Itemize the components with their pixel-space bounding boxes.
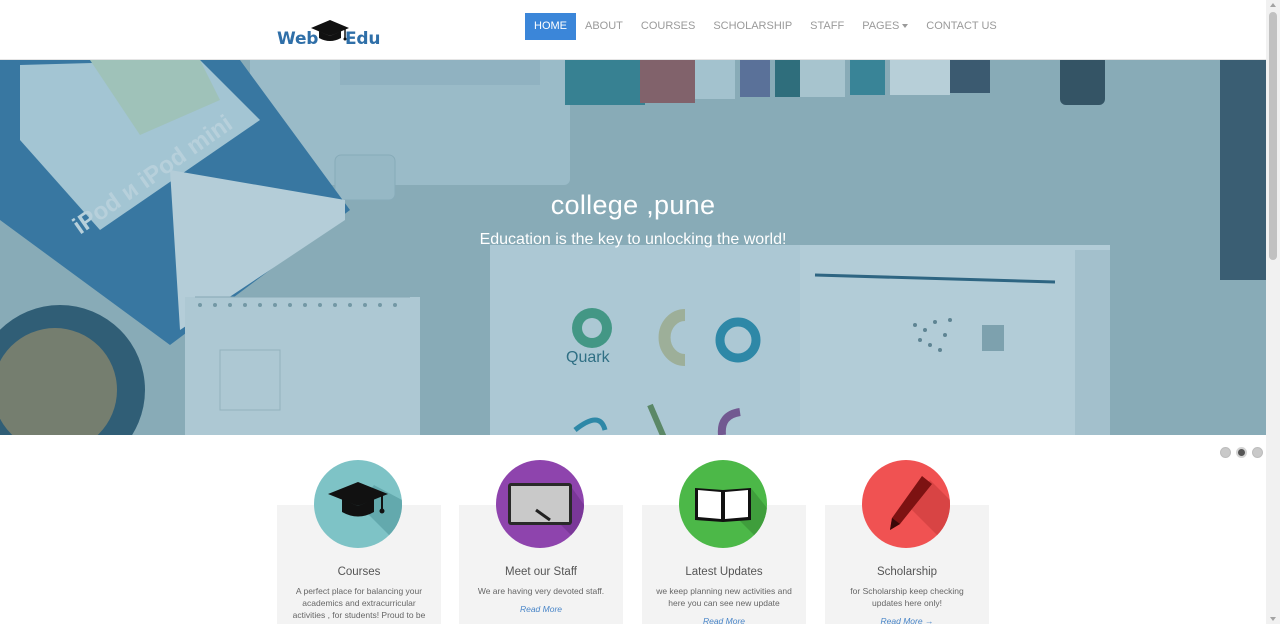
feature-desc-courses: A perfect place for balancing your acade…: [292, 586, 426, 620]
nav-scholarship[interactable]: SCHOLARSHIP: [704, 13, 801, 40]
hero-subtitle: Education is the key to unlocking the wo…: [479, 231, 787, 248]
nav-home-label: HOME: [534, 20, 567, 32]
feature-desc-scholarship: for Scholarship keep checking updates he…: [850, 586, 964, 608]
nav-courses[interactable]: COURSES: [632, 13, 704, 40]
scroll-down-arrow-icon[interactable]: [1270, 617, 1276, 621]
hero-carousel[interactable]: iPod и iPod mini Quark college ,pune Edu…: [0, 60, 1266, 435]
feature-circle-courses: [314, 460, 402, 548]
feature-title-scholarship: Scholarship: [876, 566, 938, 578]
scroll-up-arrow-icon[interactable]: [1270, 3, 1276, 7]
graduation-cap-icon: [328, 482, 402, 548]
nav-staff-label: STAFF: [810, 20, 845, 32]
pen-icon: [890, 476, 950, 548]
caret-down-icon: [902, 24, 909, 29]
nav-staff[interactable]: STAFF: [801, 13, 853, 40]
nav-pages-dropdown[interactable]: PAGES: [853, 13, 917, 40]
feature-title-updates: Latest Updates: [685, 566, 763, 578]
nav-contact[interactable]: CONTACT US: [917, 13, 1006, 40]
feature-circle-updates: [679, 460, 767, 548]
read-more-link-staff[interactable]: Read More: [459, 604, 623, 614]
navbar: Web Edu HOME ABOUT COURSES SCHOLARSHIP S…: [0, 0, 1266, 60]
nav-home[interactable]: HOME: [525, 13, 576, 40]
feature-desc-staff: We are having very devoted staff.: [477, 586, 605, 596]
feature-card-updates: Latest Updates we keep planning new acti…: [642, 460, 806, 624]
read-more-link-scholarship[interactable]: Read More →: [825, 616, 989, 624]
feature-desc-updates: we keep planning new activities and here…: [656, 586, 792, 608]
nav-pages-label: PAGES: [862, 20, 900, 32]
feature-circle-scholarship: [862, 460, 950, 548]
feature-card-scholarship: Scholarship for Scholarship keep checkin…: [825, 460, 989, 624]
feature-card-staff: Meet our Staff We are having very devote…: [459, 460, 623, 624]
logo-text-edu: Edu: [345, 29, 381, 49]
nav-about[interactable]: ABOUT: [576, 13, 632, 40]
scrollbar-thumb[interactable]: [1269, 12, 1277, 260]
open-book-icon: [695, 488, 767, 548]
nav-scholarship-label: SCHOLARSHIP: [713, 20, 793, 32]
page: Web Edu HOME ABOUT COURSES SCHOLARSHIP S…: [0, 0, 1280, 624]
feature-card-courses: Courses A perfect place for balancing yo…: [277, 460, 441, 624]
read-more-link-updates[interactable]: Read More: [642, 616, 806, 624]
nav-about-label: ABOUT: [585, 20, 623, 32]
carousel-indicators: [1220, 447, 1263, 458]
nav-courses-label: COURSES: [640, 20, 696, 32]
nav-contact-label: CONTACT US: [926, 20, 997, 32]
carousel-indicator-1[interactable]: [1220, 447, 1231, 458]
carousel-indicator-3[interactable]: [1252, 447, 1263, 458]
feature-title-staff: Meet our Staff: [504, 566, 578, 578]
graduation-cap-logo-icon: [311, 20, 349, 41]
logo[interactable]: Web Edu: [277, 18, 381, 52]
page-scrollbar[interactable]: [1266, 0, 1280, 624]
hero-title: college ,pune: [550, 190, 716, 220]
carousel-indicator-2[interactable]: [1236, 447, 1247, 458]
main-nav: HOME ABOUT COURSES SCHOLARSHIP STAFF PAG…: [525, 13, 1006, 40]
feature-circle-staff: [496, 460, 584, 548]
feature-title-courses: Courses: [337, 566, 381, 578]
tablet-pen-icon: [508, 483, 584, 548]
